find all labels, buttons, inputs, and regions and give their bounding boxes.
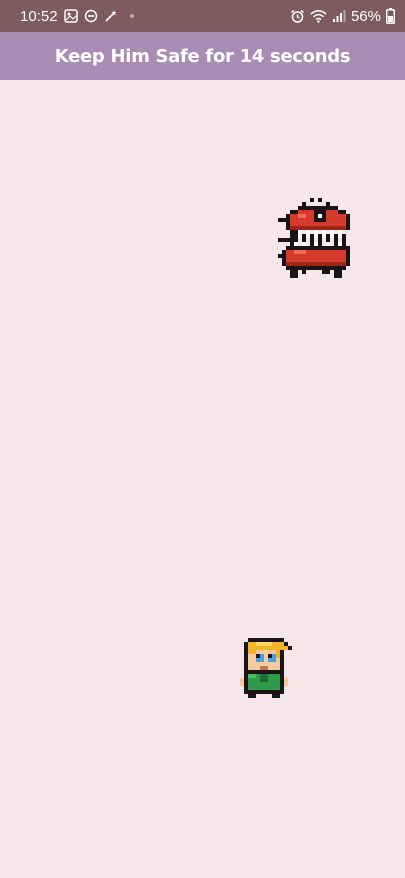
status-time: 10:52 xyxy=(20,7,58,25)
signal-icon xyxy=(332,9,346,23)
status-bar: 10:52 56% xyxy=(0,0,405,32)
red-monster-sprite[interactable] xyxy=(278,198,350,282)
gallery-icon xyxy=(63,9,78,23)
notification-dot-icon xyxy=(129,14,134,18)
battery-percent: 56% xyxy=(350,7,381,25)
status-right: 56% xyxy=(290,8,395,25)
wifi-icon xyxy=(310,9,327,23)
do-not-disturb-icon xyxy=(84,9,98,23)
battery-icon xyxy=(386,8,395,24)
hero-boy-sprite[interactable] xyxy=(240,638,292,698)
game-play-area[interactable] xyxy=(0,80,405,878)
magic-wand-icon xyxy=(104,9,118,23)
alarm-icon xyxy=(290,9,305,24)
page-title: Keep Him Safe for 14 seconds xyxy=(54,45,351,67)
status-left: 10:52 xyxy=(20,8,134,25)
app-bar: Keep Him Safe for 14 seconds xyxy=(0,32,405,80)
